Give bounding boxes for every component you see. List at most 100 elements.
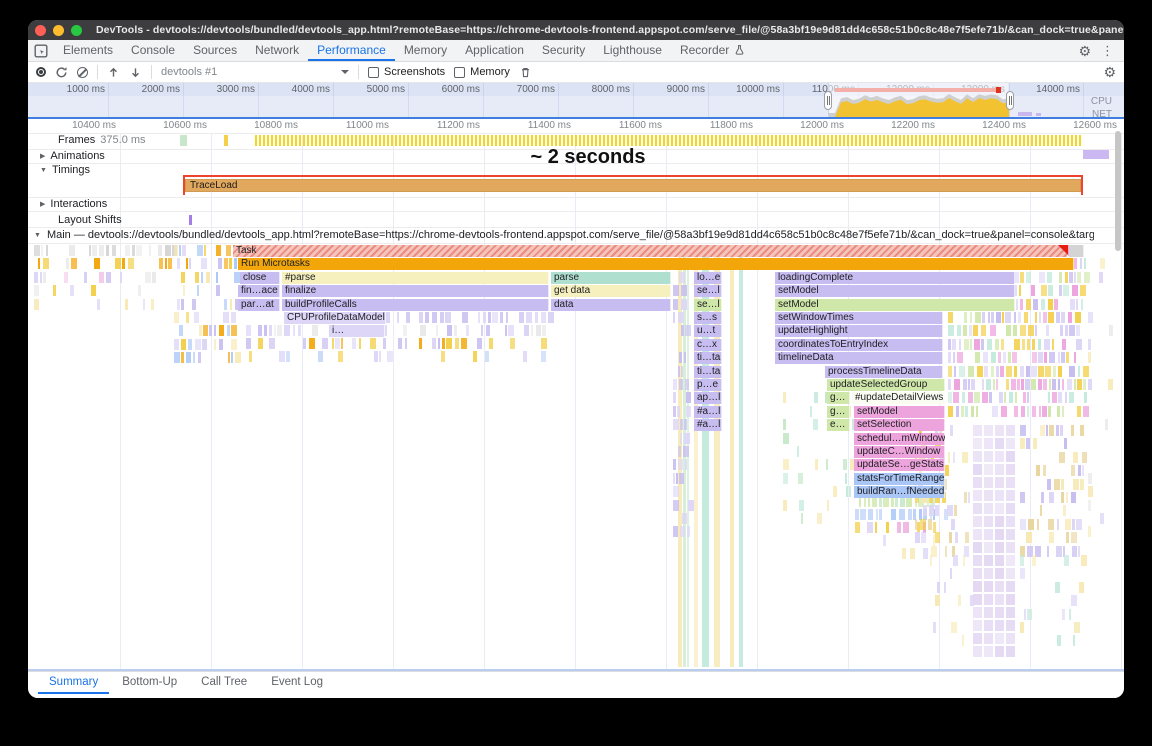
- flame-bar[interactable]: updateC…Window: [854, 446, 945, 458]
- flame-bar[interactable]: ti…ta: [694, 352, 722, 364]
- flame-bar[interactable]: setModel: [854, 406, 945, 418]
- flame-bar[interactable]: g…: [827, 392, 850, 404]
- kebab-menu-icon[interactable]: ⋮: [1101, 44, 1114, 57]
- interactions-track-label[interactable]: ▶Interactions: [40, 198, 107, 210]
- tab-security[interactable]: Security: [533, 40, 594, 61]
- chevron-down-icon[interactable]: ▼: [40, 167, 47, 174]
- tab-console[interactable]: Console: [122, 40, 184, 61]
- memory-checkbox[interactable]: Memory: [454, 66, 510, 78]
- tab-elements[interactable]: Elements: [54, 40, 122, 61]
- flame-bar[interactable]: setWindowTimes: [775, 312, 943, 324]
- flame-bar[interactable]: coordinatesToEntryIndex: [775, 339, 943, 351]
- bottom-tab-bottom-up[interactable]: Bottom-Up: [111, 672, 188, 694]
- flame-bar[interactable]: CPUProfileDataModel: [284, 312, 386, 324]
- vertical-scrollbar[interactable]: [1115, 131, 1121, 251]
- flame-bar[interactable]: finalize: [282, 285, 549, 297]
- flame-bar[interactable]: c…x: [694, 339, 722, 351]
- tab-memory[interactable]: Memory: [395, 40, 456, 61]
- load-profile-button[interactable]: [107, 66, 120, 79]
- tab-lighthouse[interactable]: Lighthouse: [594, 40, 671, 61]
- flame-bar[interactable]: ap…l: [694, 392, 722, 404]
- layout-shift-marker[interactable]: [189, 215, 192, 225]
- garbage-collect-button[interactable]: [519, 66, 532, 79]
- flame-bar[interactable]: p…e: [694, 379, 722, 391]
- frames-track-label[interactable]: Frames375.0 ms: [58, 134, 146, 146]
- timeline-overview[interactable]: 1000 ms2000 ms3000 ms4000 ms5000 ms6000 …: [28, 83, 1124, 119]
- overview-tick-label: 10000 ms: [710, 84, 780, 95]
- flame-bar[interactable]: se…l: [694, 299, 722, 311]
- flame-bar[interactable]: parse: [551, 272, 671, 284]
- flame-bar[interactable]: updateSe…geStats: [854, 459, 945, 471]
- flame-bar[interactable]: Run Microtasks: [238, 258, 1074, 270]
- bottom-tab-call-tree[interactable]: Call Tree: [190, 672, 258, 694]
- capture-settings-gear-icon[interactable]: ⚙: [1103, 65, 1116, 79]
- flame-bar[interactable]: fin…ace: [238, 285, 280, 297]
- flame-bar[interactable]: lo…e: [694, 272, 722, 284]
- chevron-down-icon[interactable]: ▼: [34, 232, 41, 239]
- chevron-right-icon[interactable]: ▶: [40, 152, 45, 160]
- selection-right-handle[interactable]: [1006, 91, 1014, 110]
- flame-bar[interactable]: setModel: [775, 299, 1015, 311]
- bottom-tab-event-log[interactable]: Event Log: [260, 672, 334, 694]
- flame-bar[interactable]: Task: [233, 245, 1068, 257]
- flame-bar[interactable]: #parse: [282, 272, 549, 284]
- animation-bar[interactable]: [1083, 150, 1109, 159]
- main-track-header[interactable]: ▼ Main — devtools://devtools/bundled/dev…: [34, 229, 1094, 241]
- flame-bar[interactable]: #a…l: [694, 419, 722, 431]
- close-window-button[interactable]: [35, 25, 46, 36]
- bottom-tab-summary[interactable]: Summary: [38, 672, 109, 694]
- flame-bar[interactable]: #a…l: [694, 406, 722, 418]
- flame-bar[interactable]: i…: [329, 325, 385, 337]
- flame-bar[interactable]: g…: [827, 406, 850, 418]
- clear-button[interactable]: [77, 67, 88, 78]
- tab-network[interactable]: Network: [246, 40, 308, 61]
- chevron-right-icon[interactable]: ▶: [40, 200, 45, 208]
- flame-bar[interactable]: u…t: [694, 325, 722, 337]
- animations-track-label[interactable]: ▶Animations: [40, 150, 105, 162]
- screenshots-checkbox[interactable]: Screenshots: [368, 66, 445, 78]
- tab-recorder[interactable]: Recorder: [671, 40, 754, 61]
- traceload-timing-bar[interactable]: TraceLoad: [185, 179, 1081, 192]
- flame-bar[interactable]: close: [240, 272, 280, 284]
- layout-shifts-track-label[interactable]: Layout Shifts: [58, 214, 122, 226]
- tab-performance[interactable]: Performance: [308, 40, 395, 61]
- window-titlebar[interactable]: DevTools - devtools://devtools/bundled/d…: [28, 20, 1124, 40]
- reload-and-record-button[interactable]: [55, 66, 68, 79]
- flame-bar[interactable]: statsForTimeRange: [854, 473, 945, 485]
- record-button[interactable]: [36, 67, 46, 77]
- flame-bar[interactable]: se…l: [694, 285, 722, 297]
- flame-bar[interactable]: setSelection: [854, 419, 945, 431]
- flame-bar[interactable]: loadingComplete: [775, 272, 1015, 284]
- flame-bar[interactable]: updateSelectedGroup: [827, 379, 945, 391]
- profile-history-select[interactable]: devtools #1: [161, 66, 349, 78]
- flame-bar[interactable]: schedul…mWindow: [854, 433, 945, 445]
- tab-sources[interactable]: Sources: [184, 40, 246, 61]
- flame-bar[interactable]: ti…ta: [694, 366, 722, 378]
- flame-bar[interactable]: processTimelineData: [825, 366, 943, 378]
- overview-gridline: [1083, 83, 1084, 117]
- flame-bar[interactable]: buildRan…fNeeded: [854, 486, 945, 498]
- flame-bar[interactable]: updateHighlight: [775, 325, 943, 337]
- tab-application[interactable]: Application: [456, 40, 533, 61]
- flame-bar[interactable]: buildProfileCalls: [282, 299, 549, 311]
- flame-bar[interactable]: data: [551, 299, 671, 311]
- overview-selection-window[interactable]: [828, 83, 1010, 119]
- flame-bar[interactable]: #updateDetailViews: [852, 392, 945, 404]
- flask-icon: [734, 44, 745, 56]
- save-profile-button[interactable]: [129, 66, 142, 79]
- selection-left-handle[interactable]: [824, 91, 832, 110]
- ruler-tick-label: 10400 ms: [44, 120, 116, 131]
- flame-chart-panel[interactable]: 10400 ms10600 ms10800 ms11000 ms11200 ms…: [28, 119, 1124, 671]
- flame-bar[interactable]: par…at: [238, 299, 280, 311]
- settings-gear-icon[interactable]: ⚙: [1078, 44, 1091, 58]
- flame-bar[interactable]: get data: [551, 285, 671, 297]
- minimize-window-button[interactable]: [53, 25, 64, 36]
- flame-bar[interactable]: s…s: [694, 312, 722, 324]
- flame-bar[interactable]: timelineData: [775, 352, 943, 364]
- flame-bar[interactable]: setModel: [775, 285, 1015, 297]
- inspect-element-button[interactable]: [28, 40, 54, 61]
- flame-bar[interactable]: e…: [827, 419, 850, 431]
- maximize-window-button[interactable]: [71, 25, 82, 36]
- flame-bar[interactable]: [1069, 245, 1084, 257]
- timings-track-label[interactable]: ▼Timings: [40, 164, 90, 176]
